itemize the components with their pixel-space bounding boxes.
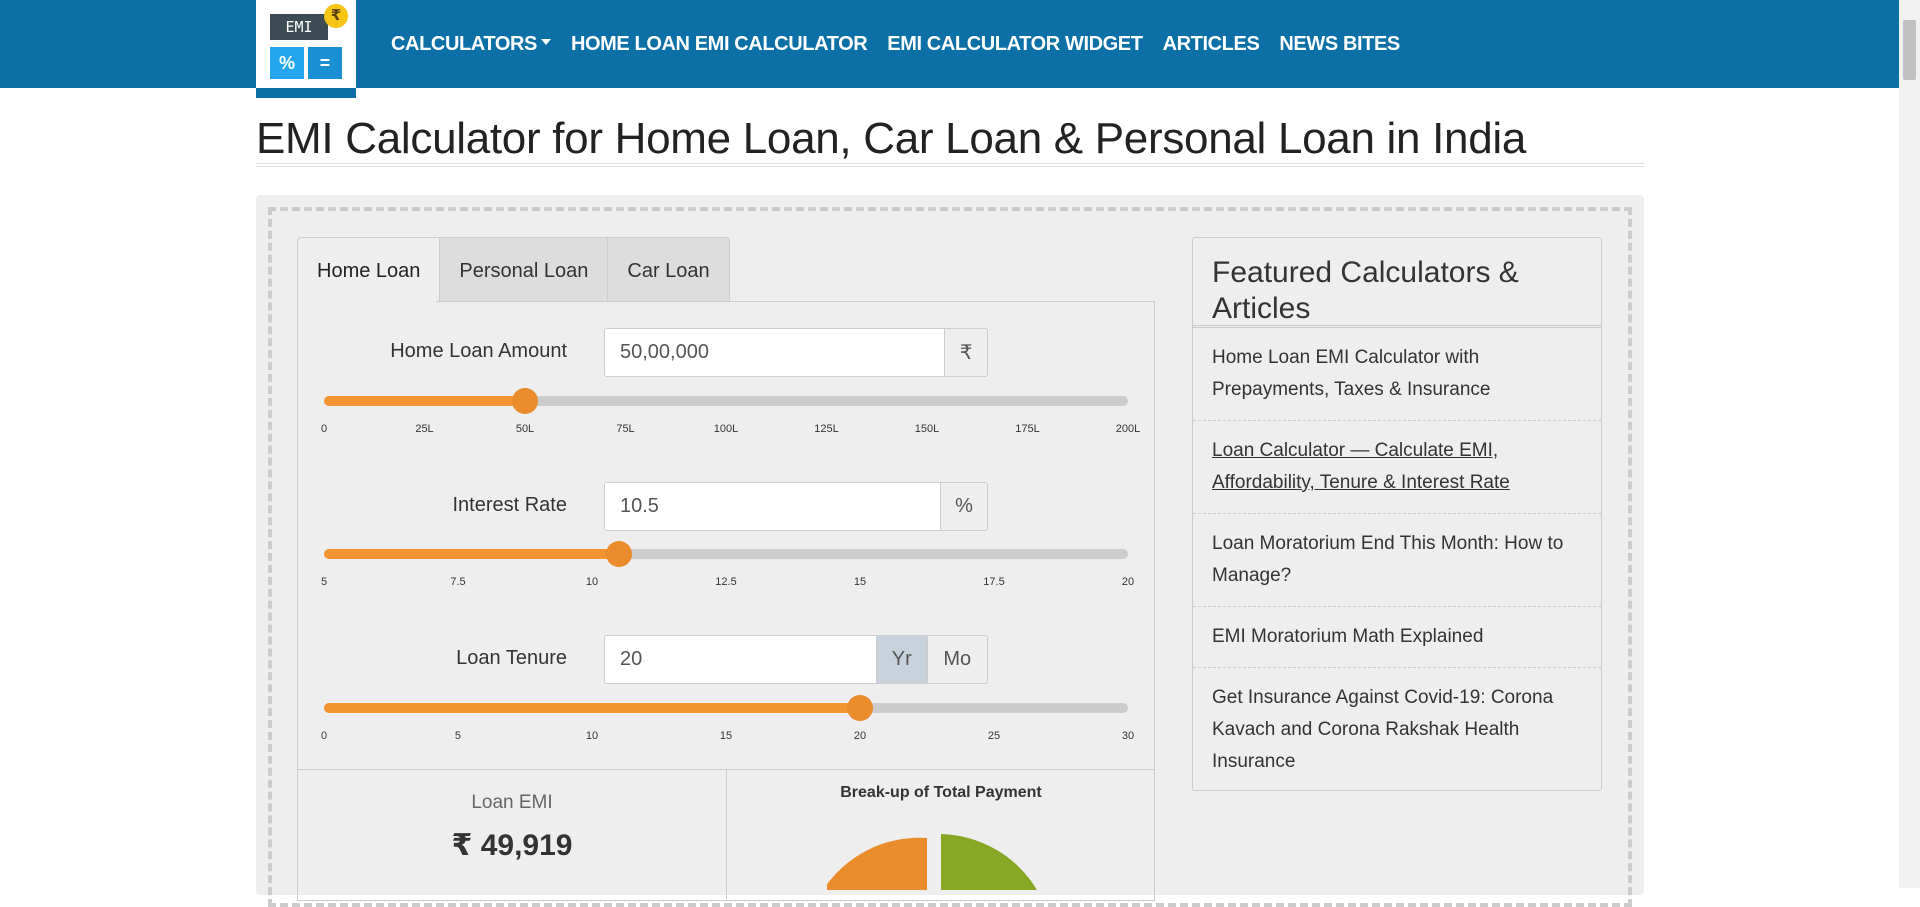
featured-item-moratorium-end[interactable]: Loan Moratorium End This Month: How to M… — [1193, 514, 1601, 607]
loan-tenure-ticks: 0 5 10 15 20 25 30 — [320, 730, 1134, 746]
loan-tenure-slider[interactable] — [324, 695, 1128, 721]
interest-rate-group: % — [604, 482, 988, 531]
loan-amount-group: ₹ — [604, 328, 988, 377]
nav-news-bites[interactable]: NEWS BITES — [1279, 33, 1400, 56]
interest-tick: 17.5 — [983, 576, 1005, 588]
loan-tenure-label: Loan Tenure — [456, 647, 567, 669]
loan-amount-label: Home Loan Amount — [390, 340, 567, 362]
loan-amount-ticks: 0 25L 50L 75L 100L 125L 150L 175L 200L — [320, 423, 1140, 439]
title-divider — [256, 163, 1644, 167]
nav-calculators-dropdown[interactable]: CALCULATORS — [391, 33, 551, 56]
tenure-tick: 30 — [1121, 730, 1135, 742]
tenure-tick: 15 — [719, 730, 733, 742]
loan-amount-tick: 125L — [814, 423, 839, 435]
featured-title: Featured Calculators & Articles — [1212, 256, 1519, 325]
loan-tenure-slider-handle[interactable] — [847, 695, 874, 721]
emi-label: Loan EMI — [471, 792, 553, 813]
tab-personal-loan[interactable]: Personal Loan — [440, 237, 609, 302]
pie-slice-principal — [941, 834, 1037, 890]
site-logo[interactable]: EMI % = ₹ — [256, 0, 356, 88]
featured-item-home-loan-emi[interactable]: Home Loan EMI Calculator with Prepayment… — [1193, 328, 1601, 421]
page-scrollbar[interactable] — [1899, 0, 1920, 888]
logo-screen: EMI — [270, 14, 328, 40]
loan-amount-tick: 50L — [515, 423, 535, 435]
featured-header: Featured Calculators & Articles — [1193, 238, 1601, 328]
loan-tenure-slider-fill — [324, 703, 861, 713]
loan-amount-slider-fill — [324, 396, 525, 406]
loan-amount-tick: 25L — [415, 423, 434, 435]
featured-item-loan-calculator[interactable]: Loan Calculator — Calculate EMI, Afforda… — [1193, 421, 1601, 514]
nav-calculators-label: CALCULATORS — [391, 32, 537, 55]
interest-tick: 5 — [320, 576, 328, 588]
interest-rate-slider-fill — [324, 549, 619, 559]
loan-amount-slider-handle[interactable] — [512, 388, 538, 414]
equals-key-icon: = — [308, 47, 342, 79]
tab-car-loan[interactable]: Car Loan — [608, 237, 730, 302]
tenure-tick: 20 — [853, 730, 867, 742]
payment-breakup-title: Break-up of Total Payment — [840, 784, 1042, 801]
pie-slice-interest — [827, 837, 927, 890]
featured-panel: Featured Calculators & Articles Home Loa… — [1192, 237, 1602, 791]
interest-tick: 12.5 — [715, 576, 737, 588]
interest-rate-label: Interest Rate — [452, 494, 567, 516]
rupee-coin-icon: ₹ — [324, 4, 348, 28]
interest-rate-input[interactable] — [605, 483, 941, 530]
tab-home-loan[interactable]: Home Loan — [297, 237, 441, 302]
loan-tenure-input[interactable] — [605, 636, 876, 683]
nav-emi-calculator-widget[interactable]: EMI CALCULATOR WIDGET — [887, 33, 1143, 56]
tenure-years-toggle[interactable]: Yr — [876, 636, 927, 683]
interest-rate-ticks: 5 7.5 10 12.5 15 17.5 20 — [320, 576, 1134, 592]
nav-links: CALCULATORS HOME LOAN EMI CALCULATOR EMI… — [391, 0, 1420, 88]
featured-item-covid-insurance[interactable]: Get Insurance Against Covid-19: Corona K… — [1193, 668, 1601, 792]
emi-value: ₹ 49,919 — [451, 829, 573, 862]
loan-amount-tick: 200L — [1115, 423, 1141, 435]
percent-addon: % — [940, 483, 987, 530]
logo-bar — [256, 88, 356, 98]
payment-breakup-pie-chart — [827, 834, 1037, 890]
loan-amount-tick: 175L — [1015, 423, 1040, 435]
tenure-tick: 10 — [585, 730, 599, 742]
loan-type-tabs: Home Loan Personal Loan Car Loan — [297, 237, 730, 302]
interest-tick: 7.5 — [450, 576, 466, 588]
interest-tick: 15 — [853, 576, 867, 588]
tenure-tick: 0 — [320, 730, 328, 742]
featured-list: Home Loan EMI Calculator with Prepayment… — [1193, 328, 1601, 792]
nav-articles[interactable]: ARTICLES — [1163, 33, 1260, 56]
active-tab-joint — [298, 300, 436, 303]
caret-down-icon — [540, 39, 551, 46]
loan-amount-tick: 100L — [713, 423, 739, 435]
loan-amount-tick: 150L — [914, 423, 940, 435]
loan-amount-tick: 0 — [320, 423, 328, 435]
page-title: EMI Calculator for Home Loan, Car Loan &… — [256, 114, 1527, 163]
interest-tick: 20 — [1121, 576, 1135, 588]
loan-amount-tick: 75L — [616, 423, 635, 435]
tenure-tick: 5 — [454, 730, 462, 742]
rupee-addon: ₹ — [944, 329, 987, 376]
loan-tenure-group: Yr Mo — [604, 635, 988, 684]
interest-rate-slider-handle[interactable] — [605, 541, 632, 567]
scrollbar-thumb[interactable] — [1903, 20, 1916, 80]
loan-amount-input[interactable] — [605, 329, 945, 376]
interest-tick: 10 — [585, 576, 599, 588]
loan-amount-slider[interactable] — [324, 388, 1128, 414]
featured-item-moratorium-math[interactable]: EMI Moratorium Math Explained — [1193, 607, 1601, 668]
tenure-months-toggle[interactable]: Mo — [926, 636, 987, 683]
interest-rate-slider[interactable] — [324, 541, 1128, 567]
nav-home-loan-emi-calculator[interactable]: HOME LOAN EMI CALCULATOR — [571, 33, 868, 56]
percent-key-icon: % — [270, 47, 304, 79]
tenure-tick: 25 — [987, 730, 1001, 742]
